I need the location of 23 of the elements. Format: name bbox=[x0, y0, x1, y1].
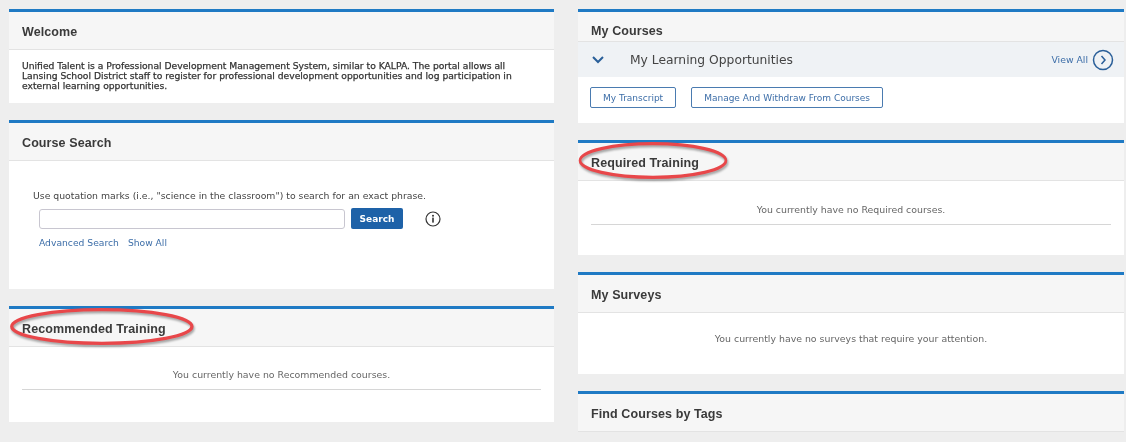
empty-message: You currently have no Required courses. bbox=[591, 204, 1111, 225]
intro-text: Unified Talent is a Professional Development Management System, similar to KALPA. The portal allows all Lansing School District staff to register for professional development opportunities and log participation in external learning opportunities. bbox=[22, 61, 513, 91]
search-link[interactable]: Show All bbox=[127, 237, 167, 248]
panel-title: My Surveys bbox=[591, 288, 662, 302]
search-button[interactable]: Search bbox=[351, 208, 403, 229]
empty-message: You currently have no surveys that require your attention. bbox=[713, 333, 989, 346]
panel-title: Course Search bbox=[22, 136, 112, 150]
info-icon bbox=[425, 210, 441, 227]
course-button[interactable]: Manage And Withdraw From Courses bbox=[691, 87, 884, 108]
empty-message: You currently have no Recommended courses. bbox=[22, 369, 541, 390]
panel-title: Welcome bbox=[22, 25, 78, 39]
arrow-circle-icon[interactable] bbox=[1092, 48, 1114, 71]
chevron-icon[interactable] bbox=[591, 54, 605, 65]
course-button[interactable]: My Transcript bbox=[590, 87, 677, 108]
panel-title: My Courses bbox=[591, 24, 663, 38]
search-hint: Use quotation marks (i.e., "science in the classroom") to search for an exact phrase. bbox=[33, 190, 427, 201]
search-link[interactable]: Advanced Search bbox=[39, 237, 119, 248]
section-title: My Learning Opportunities bbox=[630, 52, 794, 67]
panel-title: Recommended Training bbox=[22, 322, 166, 336]
panel-title: Required Training bbox=[591, 156, 699, 170]
panel-title: Find Courses by Tags bbox=[591, 407, 723, 421]
search-field[interactable] bbox=[39, 208, 345, 229]
view-all-link[interactable]: View All bbox=[1051, 54, 1088, 65]
